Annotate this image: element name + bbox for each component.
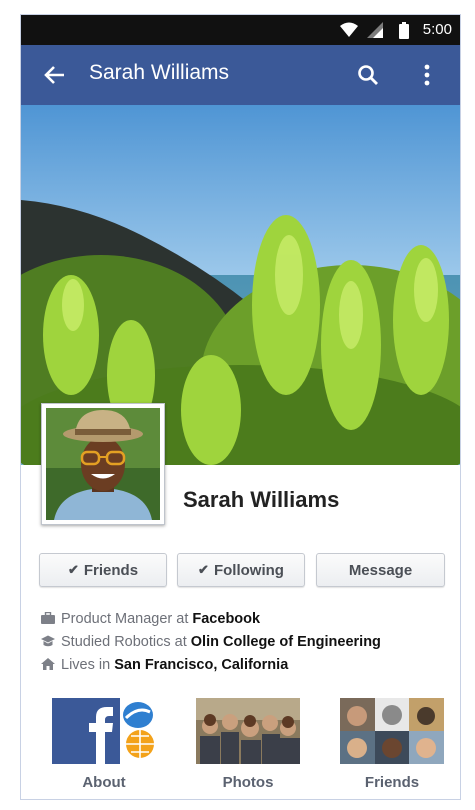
app-bar-title: Sarah Williams: [89, 61, 230, 84]
photos-tile[interactable]: Photos: [196, 698, 300, 791]
signal-icon: [367, 22, 383, 38]
friends-tile[interactable]: Friends: [340, 698, 444, 791]
profile-name: Sarah Williams: [183, 487, 340, 512]
friends-button-label: Friends: [83, 561, 139, 579]
briefcase-icon: [41, 612, 55, 624]
message-button-label: Message: [348, 561, 413, 579]
app-bar: Sarah Williams: [21, 45, 460, 105]
photos-thumbnail: [196, 698, 300, 764]
message-button[interactable]: Message: [316, 553, 445, 587]
profile-sections: About Photos Friends: [21, 698, 460, 798]
overflow-menu-button[interactable]: [411, 59, 443, 91]
friends-label: Friends: [364, 774, 420, 791]
check-icon: ✔: [67, 562, 79, 577]
info-education: Studied Robotics at Olin College of Engi…: [41, 632, 441, 652]
home-icon: [41, 658, 55, 670]
profile-picture[interactable]: [41, 403, 165, 525]
check-icon: ✔: [198, 562, 209, 577]
profile-actions: ✔ Friends ✔ Following Message: [39, 553, 445, 587]
more-vert-icon: [424, 64, 430, 86]
following-button[interactable]: ✔ Following: [177, 553, 305, 587]
employer-link[interactable]: Facebook: [192, 611, 260, 627]
photos-label: Photos: [222, 774, 274, 791]
phone-frame: 5:00 Sarah Williams Sarah Williams ✔ Fri…: [20, 14, 461, 800]
school-link[interactable]: Olin College of Engineering: [191, 634, 381, 650]
info-location: Lives in San Francisco, California: [41, 655, 441, 675]
back-button[interactable]: [38, 59, 70, 91]
graduation-icon: [41, 635, 55, 647]
search-icon: [358, 65, 378, 85]
friends-thumbnail: [340, 698, 444, 764]
status-time: 5:00: [422, 21, 452, 38]
wifi-icon: [340, 22, 358, 37]
about-label: About: [82, 774, 126, 791]
location-link[interactable]: San Francisco, California: [114, 657, 288, 673]
info-work: Product Manager at Facebook: [41, 609, 441, 629]
arrow-left-icon: [44, 66, 64, 84]
about-thumbnail: [52, 698, 156, 764]
battery-icon: [399, 22, 409, 39]
profile-photo: [46, 408, 160, 520]
search-button[interactable]: [352, 59, 384, 91]
status-bar: 5:00: [21, 15, 460, 45]
following-button-label: Following: [213, 561, 284, 579]
about-tile[interactable]: About: [52, 698, 156, 791]
friends-button[interactable]: ✔ Friends: [39, 553, 167, 587]
